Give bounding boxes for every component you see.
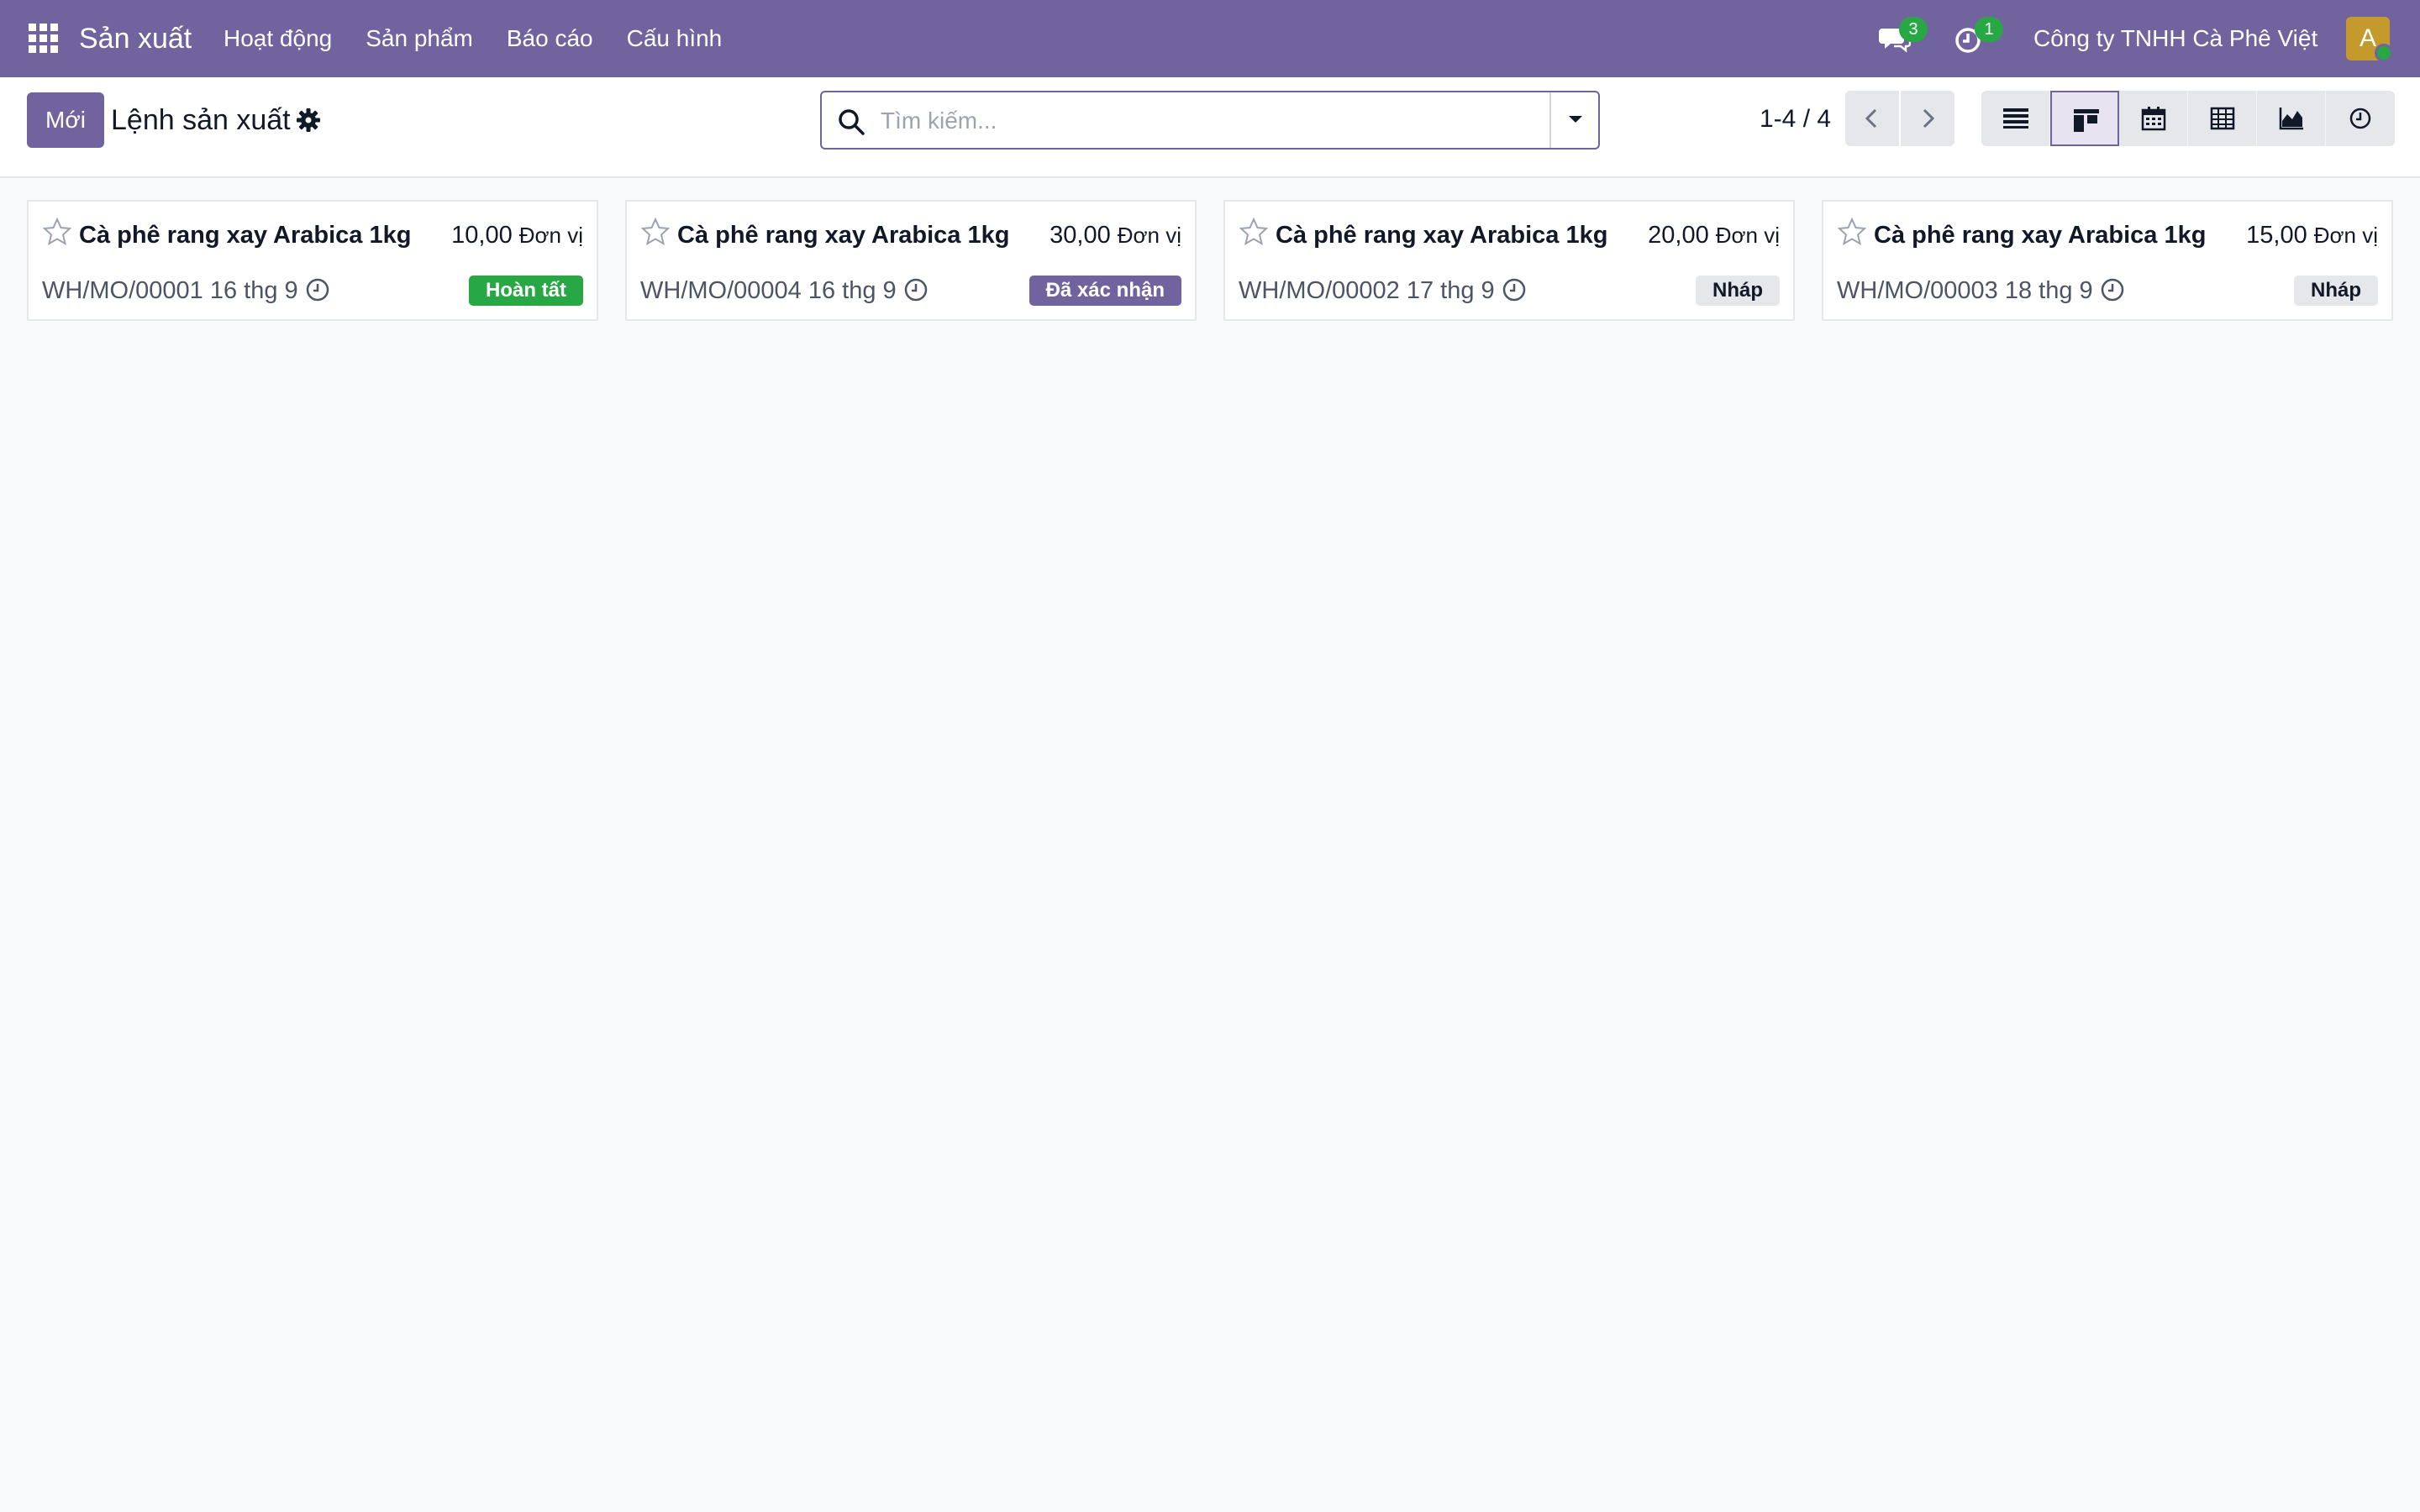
view-switcher xyxy=(1981,91,2395,146)
star-icon[interactable] xyxy=(1239,217,1269,247)
card-reference: WH/MO/00003 18 thg 9 xyxy=(1837,274,2125,307)
card-quantity: 15,00 Đơn vị xyxy=(2246,218,2378,252)
card-quantity: 10,00 Đơn vị xyxy=(451,218,583,252)
card-reference: WH/MO/00002 17 thg 9 xyxy=(1239,274,1527,307)
card-reference: WH/MO/00004 16 thg 9 xyxy=(640,274,929,307)
activity-clock-icon[interactable] xyxy=(305,277,330,302)
gear-icon[interactable] xyxy=(296,108,321,133)
list-view-icon xyxy=(2003,108,2028,129)
control-panel: Mới Lệnh sản xuất 1-4 / 4 xyxy=(0,77,2420,178)
card-reference: WH/MO/00001 16 thg 9 xyxy=(42,274,330,307)
main-menu: Hoạt động Sản phẩm Báo cáo Cấu hình xyxy=(224,20,755,57)
star-icon[interactable] xyxy=(1837,217,1867,247)
card-quantity-value: 10,00 xyxy=(451,222,513,249)
graph-view-button[interactable] xyxy=(2257,91,2326,146)
card-product-name: Cà phê rang xay Arabica 1kg xyxy=(1874,222,2207,249)
activity-clock-icon[interactable] xyxy=(2100,277,2125,302)
page-title: Lệnh sản xuất xyxy=(111,104,291,136)
card-reference-text: WH/MO/00003 18 thg 9 xyxy=(1837,277,2093,304)
activity-clock-icon[interactable] xyxy=(1502,277,1527,302)
menu-reporting[interactable]: Báo cáo xyxy=(507,20,593,57)
search-bar xyxy=(820,91,1600,150)
new-button[interactable]: Mới xyxy=(27,92,104,148)
messages-badge: 3 xyxy=(1899,17,1928,42)
activity-view-button[interactable] xyxy=(2326,91,2395,146)
app-name[interactable]: Sản xuất xyxy=(79,20,192,57)
card-product-name: Cà phê rang xay Arabica 1kg xyxy=(79,222,412,249)
card-uom: Đơn vị xyxy=(1715,223,1780,248)
card-uom: Đơn vị xyxy=(1117,223,1181,248)
search-icon xyxy=(839,109,865,135)
user-status-indicator xyxy=(2375,44,2393,62)
card-uom: Đơn vị xyxy=(2313,223,2378,248)
card-reference-text: WH/MO/00002 17 thg 9 xyxy=(1239,277,1495,304)
calendar-view-icon xyxy=(2141,107,2166,131)
calendar-view-button[interactable] xyxy=(2119,91,2188,146)
company-switcher[interactable]: Công ty TNHH Cà Phê Việt xyxy=(2033,20,2317,57)
kanban-card[interactable]: Cà phê rang xay Arabica 1kg 15,00 Đơn vị … xyxy=(1822,200,2393,321)
top-navbar: Sản xuất Hoạt động Sản phẩm Báo cáo Cấu … xyxy=(0,0,2420,77)
kanban-card[interactable]: Cà phê rang xay Arabica 1kg 10,00 Đơn vị … xyxy=(27,200,598,321)
kanban-board: Cà phê rang xay Arabica 1kg 10,00 Đơn vị … xyxy=(27,200,2393,321)
pivot-view-icon xyxy=(2210,107,2235,130)
pivot-view-button[interactable] xyxy=(2188,91,2257,146)
card-product-name: Cà phê rang xay Arabica 1kg xyxy=(677,222,1010,249)
star-icon[interactable] xyxy=(42,217,72,247)
kanban-card[interactable]: Cà phê rang xay Arabica 1kg 30,00 Đơn vị … xyxy=(625,200,1197,321)
kanban-view-button[interactable] xyxy=(2050,91,2119,146)
status-badge: Đã xác nhận xyxy=(1028,276,1181,306)
status-badge: Hoàn tất xyxy=(469,276,583,306)
pager-value[interactable]: 1-4 / 4 xyxy=(1760,101,1831,138)
chevron-left-icon xyxy=(1865,108,1877,129)
card-reference-text: WH/MO/00001 16 thg 9 xyxy=(42,277,298,304)
activity-clock-icon[interactable] xyxy=(903,277,929,302)
activity-view-icon xyxy=(2349,108,2371,129)
card-quantity-value: 30,00 xyxy=(1050,222,1111,249)
card-reference-text: WH/MO/00004 16 thg 9 xyxy=(640,277,897,304)
status-badge: Nháp xyxy=(2294,276,2378,306)
menu-products[interactable]: Sản phẩm xyxy=(366,20,473,57)
list-view-button[interactable] xyxy=(1981,91,2050,146)
pager-next-button[interactable] xyxy=(1901,91,1954,146)
graph-view-icon xyxy=(2279,108,2303,130)
kanban-card[interactable]: Cà phê rang xay Arabica 1kg 20,00 Đơn vị … xyxy=(1223,200,1795,321)
activities-button[interactable]: 1 xyxy=(1954,17,2003,57)
card-quantity: 30,00 Đơn vị xyxy=(1050,218,1181,252)
activities-badge: 1 xyxy=(1975,17,2003,42)
card-product-name: Cà phê rang xay Arabica 1kg xyxy=(1276,222,1608,249)
card-quantity-value: 20,00 xyxy=(1648,222,1709,249)
pager-previous-button[interactable] xyxy=(1845,91,1899,146)
card-quantity: 20,00 Đơn vị xyxy=(1648,218,1780,252)
status-badge: Nháp xyxy=(1696,276,1780,306)
kanban-view-icon xyxy=(2074,109,2099,132)
chevron-right-icon xyxy=(1923,108,1935,129)
menu-operations[interactable]: Hoạt động xyxy=(224,20,332,57)
search-input[interactable] xyxy=(881,101,1519,141)
star-icon[interactable] xyxy=(640,217,671,247)
menu-configuration[interactable]: Cấu hình xyxy=(627,20,723,57)
apps-grid-icon[interactable] xyxy=(29,24,59,54)
card-quantity-value: 15,00 xyxy=(2246,222,2307,249)
card-uom: Đơn vị xyxy=(518,223,583,248)
caret-down-icon xyxy=(1569,116,1582,123)
search-options-toggle[interactable] xyxy=(1549,92,1598,148)
messages-button[interactable]: 3 xyxy=(1879,17,1928,57)
